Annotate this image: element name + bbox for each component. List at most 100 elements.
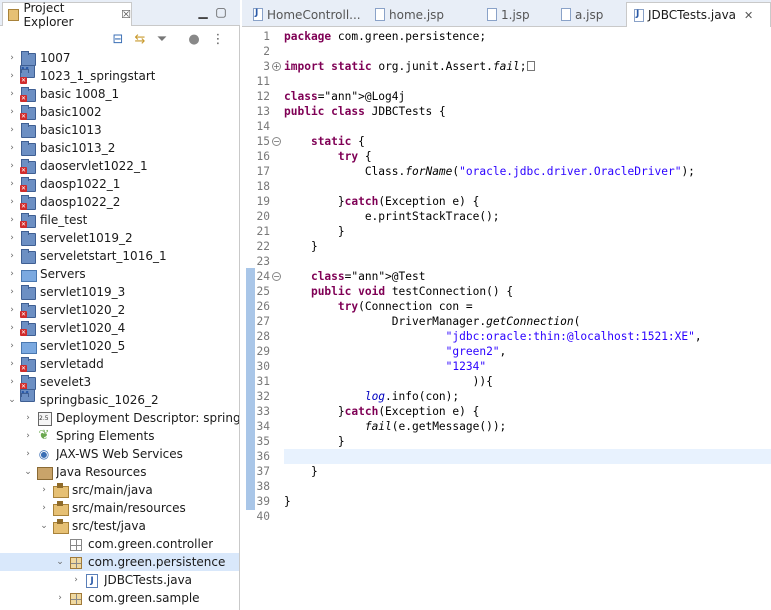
collapsed-arrow-icon[interactable]: ›	[6, 377, 18, 387]
tab-homecontroller[interactable]: HomeControll...	[246, 2, 364, 27]
collapsed-arrow-icon[interactable]: ›	[38, 485, 50, 495]
tree-item[interactable]: › ✕ file_test	[0, 211, 239, 229]
tree-item[interactable]: › ✕ daosp1022_2	[0, 193, 239, 211]
tree-item[interactable]: › Deployment Descriptor: springbasic_1026…	[0, 409, 239, 427]
collapsed-arrow-icon[interactable]: ›	[38, 503, 50, 513]
collapsed-arrow-icon[interactable]: ›	[6, 269, 18, 279]
code-line[interactable]	[284, 449, 771, 464]
tree-item[interactable]: › ✕ servletadd	[0, 355, 239, 373]
expanded-arrow-icon[interactable]: ⌄	[38, 521, 50, 531]
filter-icon[interactable]: ⏷	[154, 31, 170, 47]
tree-item[interactable]: › com.green.sample	[0, 589, 239, 607]
collapsed-arrow-icon[interactable]: ›	[6, 341, 18, 351]
code-line[interactable]: public void testConnection() {	[284, 284, 771, 299]
code-line[interactable]: }	[284, 464, 771, 479]
tree-item[interactable]: › ✕ servlet1020_4	[0, 319, 239, 337]
code-line[interactable]	[284, 509, 771, 524]
tree-item[interactable]: › src/main/resources	[0, 499, 239, 517]
collapsed-arrow-icon[interactable]: ›	[22, 449, 34, 459]
code-line[interactable]: }	[284, 434, 771, 449]
tree-item[interactable]: › Servers	[0, 265, 239, 283]
collapsed-arrow-icon[interactable]: ›	[6, 107, 18, 117]
code-line[interactable]: Class.forName("oracle.jdbc.driver.Oracle…	[284, 164, 771, 179]
collapsed-arrow-icon[interactable]: ›	[70, 575, 82, 585]
code-line[interactable]	[284, 254, 771, 269]
tree-item[interactable]: ⌄ src/test/java	[0, 517, 239, 535]
maximize-icon[interactable]: ▢	[214, 5, 228, 19]
collapsed-arrow-icon[interactable]: ›	[6, 323, 18, 333]
code-line[interactable]: static {	[284, 134, 771, 149]
code-line[interactable]: }catch(Exception e) {	[284, 404, 771, 419]
code-line[interactable]: DriverManager.getConnection(	[284, 314, 771, 329]
tab-project-explorer[interactable]: Project Explorer ☒	[2, 1, 132, 29]
collapsed-arrow-icon[interactable]: ›	[6, 53, 18, 63]
tree-item[interactable]: › 1007	[0, 49, 239, 67]
code-line[interactable]: }	[284, 224, 771, 239]
collapsed-arrow-icon[interactable]: ›	[6, 89, 18, 99]
tree-item[interactable]: ⌄ com.green.persistence	[0, 553, 239, 571]
tree-item[interactable]: › ✕ basic1002	[0, 103, 239, 121]
expanded-arrow-icon[interactable]: ⌄	[6, 395, 18, 405]
collapsed-arrow-icon[interactable]: ›	[6, 233, 18, 243]
code-line[interactable]: class="ann">@Log4j	[284, 89, 771, 104]
collapsed-arrow-icon[interactable]: ›	[6, 215, 18, 225]
tree-item[interactable]: com.green.controller	[0, 535, 239, 553]
code-line[interactable]: package com.green.persistence;	[284, 29, 771, 44]
collapsed-arrow-icon[interactable]: ›	[6, 179, 18, 189]
tree-item[interactable]: ⌄ springbasic_1026_2	[0, 389, 239, 409]
tree-item[interactable]: › basic1013	[0, 121, 239, 139]
code-line[interactable]: "jdbc:oracle:thin:@localhost:1521:XE",	[284, 329, 771, 344]
collapsed-arrow-icon[interactable]: ›	[6, 305, 18, 315]
tree-item[interactable]: › ❦ Spring Elements	[0, 427, 239, 445]
tree-item[interactable]: › basic1013_2	[0, 139, 239, 157]
code-line[interactable]: "green2",	[284, 344, 771, 359]
collapsed-arrow-icon[interactable]: ›	[22, 431, 34, 441]
tree-item[interactable]: ›✕ 1023_1_springstart	[0, 65, 239, 85]
tree-item[interactable]: › ✕ servlet1020_2	[0, 301, 239, 319]
tree-item[interactable]: › src/main/java	[0, 481, 239, 499]
collapsed-arrow-icon[interactable]: ›	[6, 71, 18, 81]
collapsed-arrow-icon[interactable]: ›	[6, 359, 18, 369]
code-line[interactable]	[284, 479, 771, 494]
code-line[interactable]: }	[284, 239, 771, 254]
code-line[interactable]: public class JDBCTests {	[284, 104, 771, 119]
expanded-arrow-icon[interactable]: ⌄	[22, 467, 34, 477]
tree-item[interactable]: › ✕ daoservlet1022_1	[0, 157, 239, 175]
collapsed-arrow-icon[interactable]: ›	[6, 251, 18, 261]
tree-item[interactable]: › servlet1020_5	[0, 337, 239, 355]
code-line[interactable]: try {	[284, 149, 771, 164]
tab-home-jsp[interactable]: home.jsp	[368, 2, 460, 27]
expanded-arrow-icon[interactable]: ⌄	[54, 557, 66, 567]
code-line[interactable]	[284, 179, 771, 194]
tab-a-jsp[interactable]: a.jsp	[554, 2, 614, 27]
code-line[interactable]: }catch(Exception e) {	[284, 194, 771, 209]
folded-imports-icon[interactable]	[526, 61, 535, 71]
tree-item[interactable]: › J JDBCTests.java	[0, 571, 239, 589]
collapse-all-icon[interactable]: ⊟	[110, 31, 126, 47]
collapse-fold-icon[interactable]: −	[272, 137, 281, 146]
tree-item[interactable]: › ✕ basic 1008_1	[0, 85, 239, 103]
code-line[interactable]: class="ann">@Test	[284, 269, 771, 284]
collapsed-arrow-icon[interactable]: ›	[54, 593, 66, 603]
collapse-fold-icon[interactable]: −	[272, 272, 281, 281]
code-line[interactable]: )){	[284, 374, 771, 389]
tree-item[interactable]: ⌄ Java Resources	[0, 463, 239, 481]
tree-item[interactable]: › servelet1019_2	[0, 229, 239, 247]
tree-item[interactable]: › ✕ daosp1022_1	[0, 175, 239, 193]
close-icon[interactable]: ✕	[744, 9, 753, 22]
code-line[interactable]	[284, 44, 771, 59]
code-area[interactable]: package com.green.persistence; import sta…	[284, 27, 771, 610]
tree-item[interactable]: › servlet1019_3	[0, 283, 239, 301]
collapsed-arrow-icon[interactable]: ›	[6, 161, 18, 171]
tree-item[interactable]: › ◉ JAX-WS Web Services	[0, 445, 239, 463]
code-line[interactable]	[284, 119, 771, 134]
collapsed-arrow-icon[interactable]: ›	[6, 197, 18, 207]
code-line[interactable]	[284, 74, 771, 89]
collapsed-arrow-icon[interactable]: ›	[6, 125, 18, 135]
tab-1-jsp[interactable]: 1.jsp	[480, 2, 540, 27]
code-line[interactable]: try(Connection con =	[284, 299, 771, 314]
code-line[interactable]: }	[284, 494, 771, 509]
view-menu-icon[interactable]: ⋮	[210, 31, 226, 47]
close-icon[interactable]: ☒	[121, 8, 131, 21]
code-line[interactable]: fail(e.getMessage());	[284, 419, 771, 434]
